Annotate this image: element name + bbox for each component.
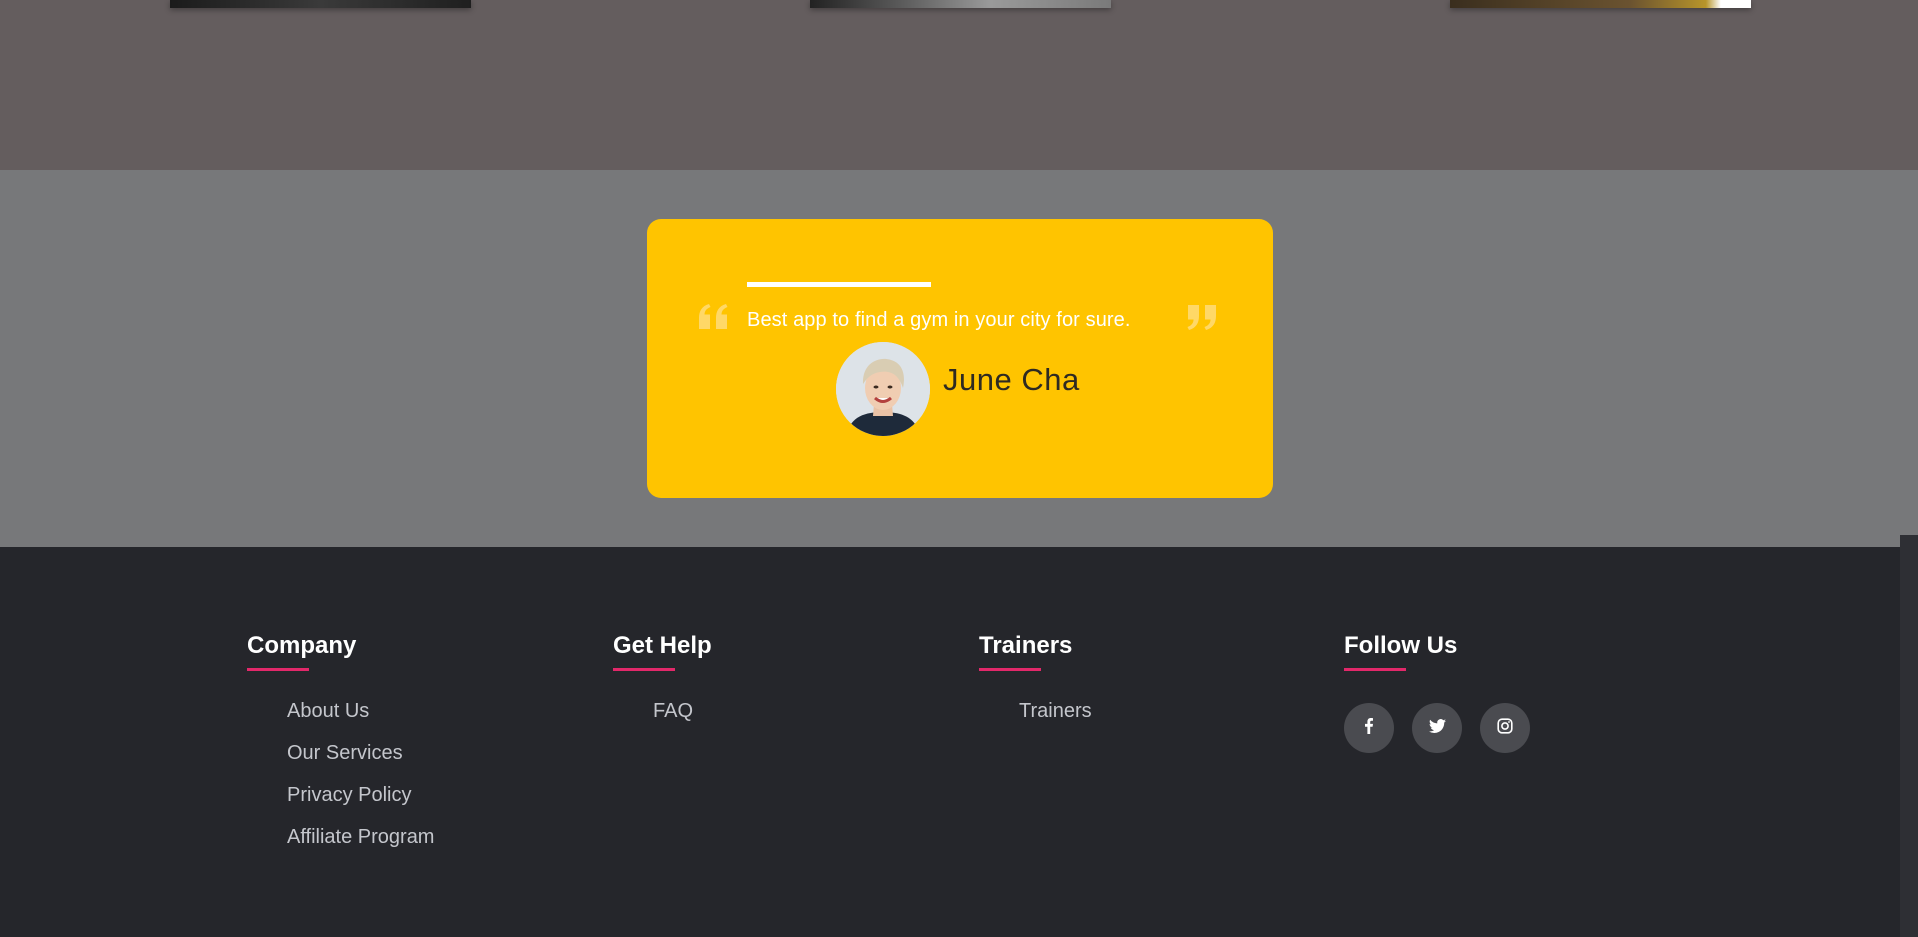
quote-close-icon [1184, 299, 1220, 335]
author-name: June Cha [943, 362, 1080, 397]
facebook-icon [1361, 717, 1377, 739]
footer-column-follow-us: Follow Us [1344, 632, 1530, 753]
footer-heading: Trainers [979, 632, 1073, 659]
footer-link-trainers[interactable]: Trainers [1019, 701, 1092, 721]
social-links [1344, 703, 1530, 753]
trainer-photo-card[interactable] [1450, 0, 1751, 8]
footer-link-affiliate-program[interactable]: Affiliate Program [287, 827, 434, 847]
trainer-photo-card[interactable] [810, 0, 1111, 8]
facebook-button[interactable] [1344, 703, 1394, 753]
footer-link-list: FAQ [613, 701, 712, 721]
heading-underline [613, 668, 675, 671]
footer-link-about-us[interactable]: About Us [287, 701, 434, 721]
footer-column-trainers: Trainers Trainers [979, 632, 1092, 743]
footer-link-privacy-policy[interactable]: Privacy Policy [287, 785, 434, 805]
heading-underline [979, 668, 1041, 671]
footer-heading: Get Help [613, 632, 712, 659]
footer-link-list: About Us Our Services Privacy Policy Aff… [247, 701, 434, 847]
site-footer: Company About Us Our Services Privacy Po… [0, 535, 1918, 937]
footer-column-get-help: Get Help FAQ [613, 632, 712, 743]
trainer-photo-card[interactable] [170, 0, 471, 8]
instagram-button[interactable] [1480, 703, 1530, 753]
footer-link-our-services[interactable]: Our Services [287, 743, 434, 763]
trainers-photo-section [0, 0, 1918, 170]
footer-link-faq[interactable]: FAQ [653, 701, 712, 721]
testimonial-divider [747, 282, 931, 287]
quote-open-icon [695, 299, 731, 335]
instagram-icon [1497, 717, 1513, 739]
testimonial-quote: Best app to find a gym in your city for … [747, 309, 1131, 331]
author-avatar [836, 342, 930, 436]
twitter-button[interactable] [1412, 703, 1462, 753]
twitter-icon [1428, 717, 1446, 739]
testimonial-section: Best app to find a gym in your city for … [0, 170, 1918, 547]
footer-link-list: Trainers [979, 701, 1092, 721]
footer-heading: Follow Us [1344, 632, 1458, 659]
footer-heading: Company [247, 632, 357, 659]
page-scrollbar[interactable] [1900, 535, 1918, 937]
testimonial-card: Best app to find a gym in your city for … [647, 219, 1273, 498]
footer-column-company: Company About Us Our Services Privacy Po… [247, 632, 434, 869]
heading-underline [1344, 668, 1406, 671]
heading-underline [247, 668, 309, 671]
